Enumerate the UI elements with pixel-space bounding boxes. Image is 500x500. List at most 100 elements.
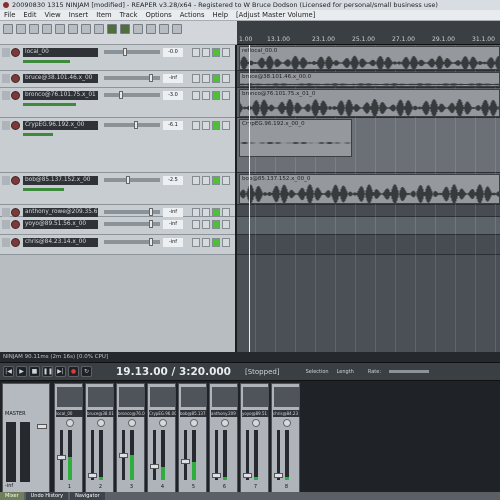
fx-slot-area[interactable] [119, 387, 144, 407]
volume-fader[interactable] [88, 473, 97, 478]
master-fader[interactable] [37, 424, 47, 429]
fx-button[interactable] [212, 220, 220, 229]
volume-fader[interactable] [212, 473, 221, 478]
track-name[interactable]: anthony_rowe@209.35.6.x_00 [23, 208, 98, 217]
go-to-start-button[interactable]: |◀ [3, 366, 14, 377]
track-row[interactable]: bob@85.137.152.x_00 -2.5 [0, 173, 235, 205]
menu-insert[interactable]: Insert [65, 11, 93, 19]
mute-button[interactable] [192, 74, 200, 83]
rate-slider[interactable] [389, 370, 430, 373]
volume-slider[interactable] [104, 74, 160, 82]
fx-button[interactable] [212, 176, 220, 185]
volume-knob[interactable] [119, 91, 123, 99]
fx-button[interactable] [212, 208, 220, 217]
mute-button[interactable] [192, 208, 200, 217]
mixer-channel-strip[interactable]: bob@85.137 5 [178, 383, 207, 493]
fx-slot-area[interactable] [150, 387, 175, 407]
track-lane[interactable] [237, 205, 500, 217]
solo-button[interactable] [202, 208, 210, 217]
volume-slider[interactable] [104, 220, 160, 228]
pan-knob[interactable] [252, 419, 260, 427]
grid-button[interactable] [120, 24, 130, 34]
record-arm-button[interactable] [11, 74, 20, 83]
new-project-button[interactable] [3, 24, 13, 34]
solo-button[interactable] [202, 48, 210, 57]
record-arm-button[interactable] [11, 176, 20, 185]
pan-knob[interactable] [66, 419, 74, 427]
menu-options[interactable]: Options [141, 11, 175, 19]
fx-button[interactable] [212, 91, 220, 100]
record-arm-button[interactable] [11, 208, 20, 217]
volume-knob[interactable] [126, 176, 130, 184]
menu-item[interactable]: Item [92, 11, 115, 19]
track-row[interactable]: chris@84.23.14.x_00 -inf [0, 235, 235, 255]
mute-button[interactable] [192, 220, 200, 229]
io-button[interactable] [222, 176, 230, 185]
volume-fader[interactable] [181, 459, 190, 464]
track-row[interactable]: CrypEG.96.192.x_00 -6.1 [0, 118, 235, 173]
mute-button[interactable] [192, 48, 200, 57]
io-button[interactable] [222, 91, 230, 100]
menu-track[interactable]: Track [116, 11, 142, 19]
media-item[interactable]: bruce@38.101.46.x_00.0 [239, 72, 500, 87]
volume-knob[interactable] [149, 238, 153, 246]
record-arm-button[interactable] [11, 121, 20, 130]
io-button[interactable] [222, 48, 230, 57]
fx-button[interactable] [212, 74, 220, 83]
io-button[interactable] [222, 238, 230, 247]
pan-knob[interactable] [159, 419, 167, 427]
media-item[interactable]: bob@85.137.152.x_00_0 [239, 174, 500, 204]
track-name[interactable]: bronco@76.101.75.x_01 [23, 91, 98, 100]
solo-button[interactable] [202, 238, 210, 247]
fx-slot-area[interactable] [57, 387, 82, 407]
menu-adjust-master-volume[interactable]: [Adjust Master Volume] [232, 11, 319, 19]
track-name[interactable]: bob@85.137.152.x_00 [23, 176, 98, 185]
track-name[interactable]: local_00 [23, 48, 98, 57]
auto-crossfade-button[interactable] [159, 24, 169, 34]
menu-actions[interactable]: Actions [176, 11, 209, 19]
volume-slider[interactable] [104, 238, 160, 246]
pan-knob[interactable] [283, 419, 291, 427]
mixer-channel-strip[interactable]: CrypEG.96.00 4 [147, 383, 176, 493]
fx-slot-area[interactable] [88, 387, 113, 407]
volume-slider[interactable] [104, 121, 160, 129]
pan-knob[interactable] [190, 419, 198, 427]
snap-button[interactable] [94, 24, 104, 34]
fx-button[interactable] [212, 121, 220, 130]
open-project-button[interactable] [16, 24, 26, 34]
pan-knob[interactable] [221, 419, 229, 427]
tab-mixer[interactable]: Mixer [0, 492, 24, 500]
record-arm-button[interactable] [11, 220, 20, 229]
track-row[interactable]: anthony_rowe@209.35.6.x_00 -inf [0, 205, 235, 217]
menu-view[interactable]: View [41, 11, 65, 19]
mute-button[interactable] [192, 176, 200, 185]
tab-undo-history[interactable]: Undo History [25, 492, 69, 500]
volume-knob[interactable] [149, 74, 153, 82]
volume-knob[interactable] [134, 121, 138, 129]
mute-button[interactable] [192, 91, 200, 100]
solo-button[interactable] [202, 176, 210, 185]
mixer-channel-strip[interactable]: bruce@38.01 2 [85, 383, 114, 493]
pan-knob[interactable] [97, 419, 105, 427]
record-arm-button[interactable] [11, 91, 20, 100]
volume-slider[interactable] [104, 208, 160, 216]
io-button[interactable] [222, 121, 230, 130]
lock-button[interactable] [133, 24, 143, 34]
stop-button[interactable]: ■ [29, 366, 40, 377]
fx-slot-area[interactable] [243, 387, 268, 407]
pan-knob[interactable] [128, 419, 136, 427]
media-item[interactable]: bronco@76.101.75.x_01_0 [239, 89, 500, 117]
volume-knob[interactable] [149, 220, 153, 228]
save-project-button[interactable] [29, 24, 39, 34]
record-arm-button[interactable] [11, 238, 20, 247]
mixer-channel-strip[interactable]: yoyo@89.51 7 [240, 383, 269, 493]
envelope-button[interactable] [146, 24, 156, 34]
solo-button[interactable] [202, 91, 210, 100]
track-row[interactable]: bruce@38.101.46.x_00 -inf [0, 71, 235, 88]
arrange-view[interactable]: reflocal_00.0 bruce@38.101.46.x_00.0 bronc… [237, 45, 500, 352]
menu-help[interactable]: Help [209, 11, 233, 19]
volume-fader[interactable] [119, 453, 128, 458]
undo-button[interactable] [55, 24, 65, 34]
fx-button[interactable] [212, 48, 220, 57]
track-name[interactable]: CrypEG.96.192.x_00 [23, 121, 98, 130]
